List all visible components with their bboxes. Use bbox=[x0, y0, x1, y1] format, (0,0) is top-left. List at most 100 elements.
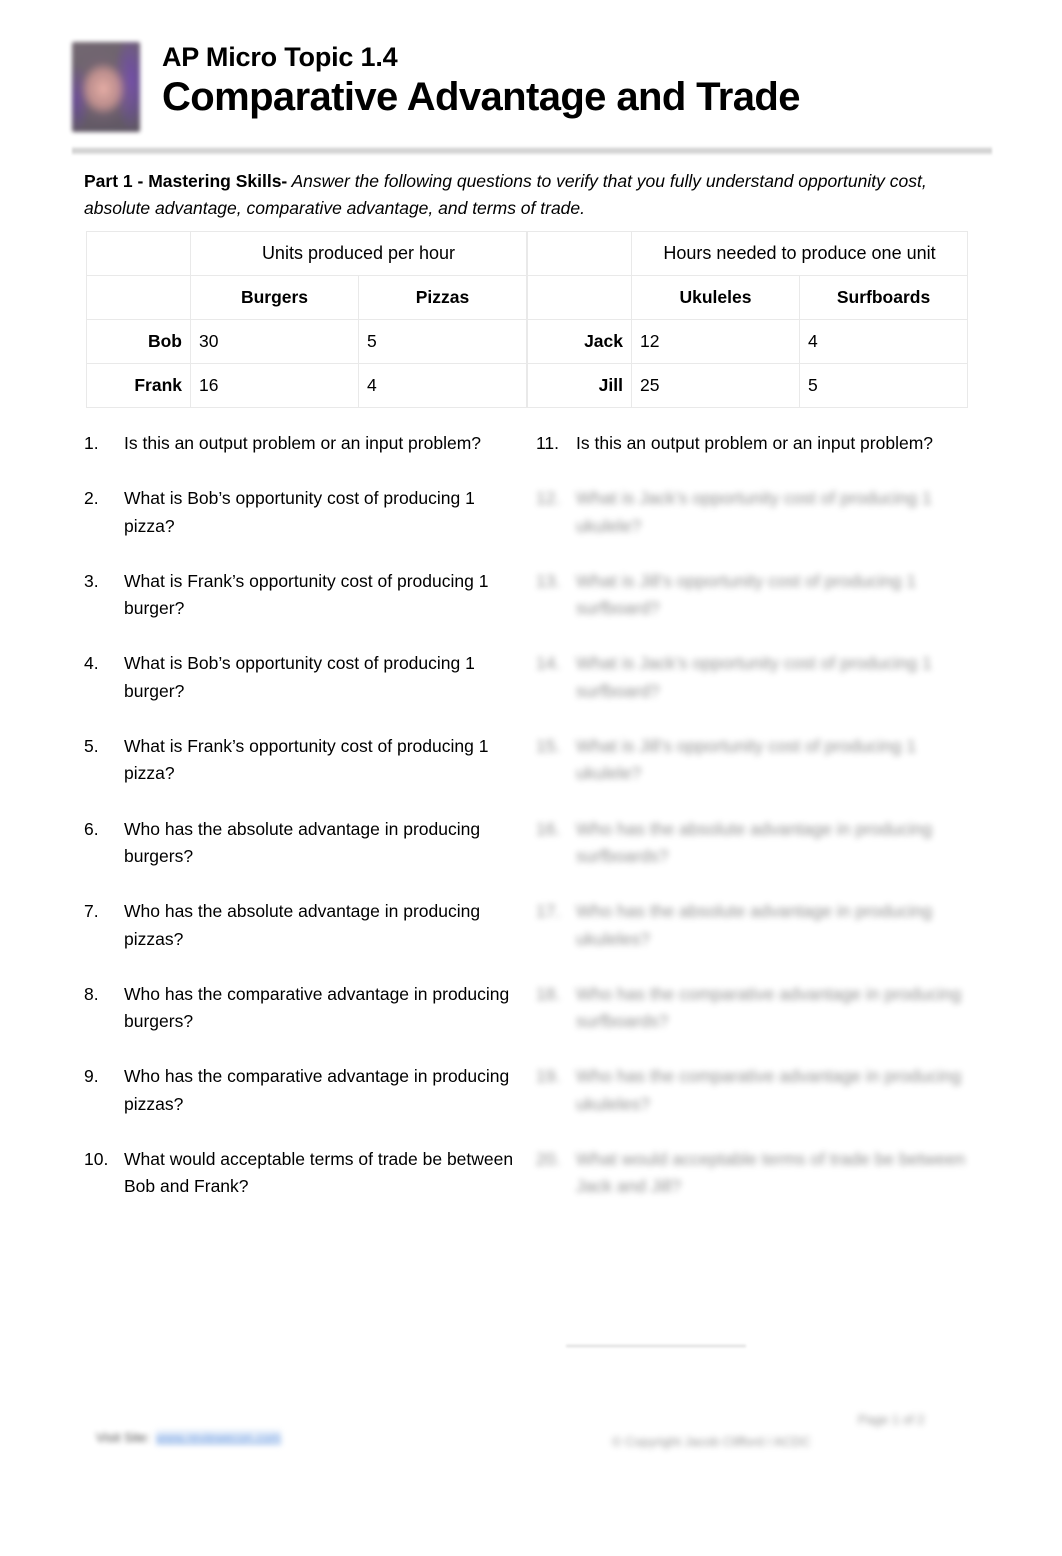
input-col-header-1: Ukuleles bbox=[631, 275, 800, 320]
corner-cell bbox=[86, 275, 191, 320]
question-text: What is Bob’s opportunity cost of produc… bbox=[124, 653, 475, 701]
question-number: 15. bbox=[536, 736, 561, 757]
question-number: 12. bbox=[536, 488, 561, 509]
question-item-6: 6. Who has the absolute advantage in pro… bbox=[84, 816, 516, 871]
page-title: Comparative Advantage and Trade bbox=[162, 75, 800, 120]
input-cell-jill-surfboards: 5 bbox=[798, 363, 969, 408]
instruction-label: Part 1 - Mastering Skills- bbox=[84, 171, 288, 191]
table-row: Frank 16 4 bbox=[86, 363, 527, 408]
question-text: Who has the comparative advantage in pro… bbox=[576, 983, 962, 1032]
question-text: Who has the absolute advantage in produc… bbox=[576, 901, 933, 949]
question-number: 10. bbox=[84, 1149, 109, 1170]
questions-right-column: 11. Is this an output problem or an inpu… bbox=[536, 430, 972, 1229]
document-subtitle: AP Micro Topic 1.4 bbox=[162, 42, 398, 72]
question-number: 11. bbox=[536, 433, 560, 453]
question-item-14: 14. What is Jack’s opportunity cost of p… bbox=[536, 650, 972, 705]
question-text: What is Bob’s opportunity cost of produc… bbox=[124, 488, 475, 536]
question-number: 8. bbox=[84, 983, 99, 1004]
input-cell-jill-ukuleles: 25 bbox=[631, 363, 800, 408]
output-cell-bob-burgers: 30 bbox=[190, 319, 359, 364]
question-text: Who has the absolute advantage in produc… bbox=[576, 818, 933, 866]
question-item-5: 5. What is Frank’s opportunity cost of p… bbox=[84, 733, 516, 788]
question-text: Who has the comparative advantage in pro… bbox=[124, 1066, 510, 1114]
table-row: Bob 30 5 bbox=[86, 319, 527, 364]
output-col-header-2: Pizzas bbox=[358, 275, 527, 320]
question-text: What is Jill’s opportunity cost of produ… bbox=[576, 736, 917, 784]
question-text: Is this an output problem or an input pr… bbox=[576, 433, 934, 453]
question-number: 6. bbox=[84, 818, 99, 839]
question-text: Who has the absolute advantage in produc… bbox=[124, 818, 481, 866]
table-row: Jill 25 5 bbox=[527, 363, 969, 408]
table-row: Burgers Pizzas bbox=[86, 275, 527, 320]
question-number: 2. bbox=[84, 488, 99, 509]
question-number: 1. bbox=[84, 433, 99, 453]
input-cell-jack-surfboards: 4 bbox=[798, 319, 969, 364]
question-item-10: 10. What would acceptable terms of trade… bbox=[84, 1146, 516, 1201]
footer-left-group: Visit Site: www.reviewecon.com bbox=[96, 1430, 281, 1445]
corner-cell bbox=[86, 231, 191, 276]
input-table: Hours needed to produce one unit Ukulele… bbox=[527, 231, 969, 408]
question-text: What is Frank’s opportunity cost of prod… bbox=[124, 570, 489, 619]
footer-page-number: Page 1 of 2 bbox=[858, 1412, 925, 1427]
input-row-name-1: Jack bbox=[527, 319, 632, 364]
input-table-span-header: Hours needed to produce one unit bbox=[630, 231, 969, 276]
question-item-19: 19. Who has the comparative advantage in… bbox=[536, 1063, 972, 1118]
input-row-name-2: Jill bbox=[527, 363, 632, 408]
question-number: 9. bbox=[84, 1066, 99, 1087]
question-item-1: 1. Is this an output problem or an input… bbox=[84, 430, 516, 457]
course-logo-image bbox=[72, 42, 140, 132]
output-cell-bob-pizzas: 5 bbox=[358, 319, 527, 364]
corner-cell bbox=[527, 231, 632, 276]
question-item-17: 17. Who has the absolute advantage in pr… bbox=[536, 898, 972, 953]
corner-cell bbox=[527, 275, 632, 320]
output-col-header-1: Burgers bbox=[190, 275, 359, 320]
question-item-2: 2. What is Bob’s opportunity cost of pro… bbox=[84, 485, 516, 540]
footer-site-link[interactable]: www.reviewecon.com bbox=[155, 1430, 281, 1445]
question-item-3: 3. What is Frank’s opportunity cost of p… bbox=[84, 568, 516, 623]
question-item-20: 20. What would acceptable terms of trade… bbox=[536, 1146, 972, 1201]
document-header: AP Micro Topic 1.4 Comparative Advantage… bbox=[72, 40, 992, 132]
question-text: Who has the comparative advantage in pro… bbox=[576, 1066, 962, 1114]
header-divider bbox=[72, 146, 992, 155]
output-table-span-header: Units produced per hour bbox=[190, 231, 527, 276]
question-number: 5. bbox=[84, 736, 99, 757]
question-item-12: 12. What is Jack’s opportunity cost of p… bbox=[536, 485, 972, 540]
question-item-8: 8. Who has the comparative advantage in … bbox=[84, 981, 516, 1036]
footer-divider bbox=[566, 1345, 746, 1347]
question-number: 19. bbox=[536, 1066, 561, 1087]
table-row: Ukuleles Surfboards bbox=[527, 275, 969, 320]
question-text: What is Jack’s opportunity cost of produ… bbox=[576, 488, 932, 536]
table-row: Hours needed to produce one unit bbox=[527, 231, 969, 276]
question-item-11: 11. Is this an output problem or an inpu… bbox=[536, 430, 972, 457]
question-item-4: 4. What is Bob’s opportunity cost of pro… bbox=[84, 650, 516, 705]
output-table: Units produced per hour Burgers Pizzas B… bbox=[86, 231, 527, 408]
output-cell-frank-pizzas: 4 bbox=[358, 363, 527, 408]
question-text: What is Jill’s opportunity cost of produ… bbox=[576, 570, 917, 619]
question-number: 18. bbox=[536, 983, 561, 1004]
question-text: Is this an output problem or an input pr… bbox=[124, 433, 482, 453]
question-text: What is Jack’s opportunity cost of produ… bbox=[576, 653, 932, 701]
input-cell-jack-ukuleles: 12 bbox=[631, 319, 800, 364]
questions-left-column: 1. Is this an output problem or an input… bbox=[84, 430, 516, 1229]
table-row: Jack 12 4 bbox=[527, 319, 969, 364]
question-item-7: 7. Who has the absolute advantage in pro… bbox=[84, 898, 516, 953]
question-item-13: 13. What is Jill’s opportunity cost of p… bbox=[536, 568, 972, 623]
question-text: What would acceptable terms of trade be … bbox=[576, 1149, 966, 1197]
instruction-paragraph: Part 1 - Mastering Skills- Answer the fo… bbox=[84, 168, 984, 221]
question-text: What would acceptable terms of trade be … bbox=[124, 1149, 514, 1197]
table-row: Units produced per hour bbox=[86, 231, 527, 276]
question-text: What is Frank’s opportunity cost of prod… bbox=[124, 736, 489, 784]
output-cell-frank-burgers: 16 bbox=[190, 363, 359, 408]
question-number: 4. bbox=[84, 653, 99, 674]
input-col-header-2: Surfboards bbox=[798, 275, 969, 320]
document-page: AP Micro Topic 1.4 Comparative Advantage… bbox=[0, 0, 1062, 1556]
question-number: 17. bbox=[536, 901, 561, 922]
question-item-15: 15. What is Jill’s opportunity cost of p… bbox=[536, 733, 972, 788]
question-text: Who has the comparative advantage in pro… bbox=[124, 983, 510, 1032]
document-footer: Visit Site: www.reviewecon.com Page 1 of … bbox=[0, 1412, 1062, 1478]
question-number: 14. bbox=[536, 653, 561, 674]
question-item-16: 16. Who has the absolute advantage in pr… bbox=[536, 816, 972, 871]
question-number: 7. bbox=[84, 901, 99, 922]
tables-row: Units produced per hour Burgers Pizzas B… bbox=[86, 231, 969, 408]
question-number: 3. bbox=[84, 570, 99, 591]
